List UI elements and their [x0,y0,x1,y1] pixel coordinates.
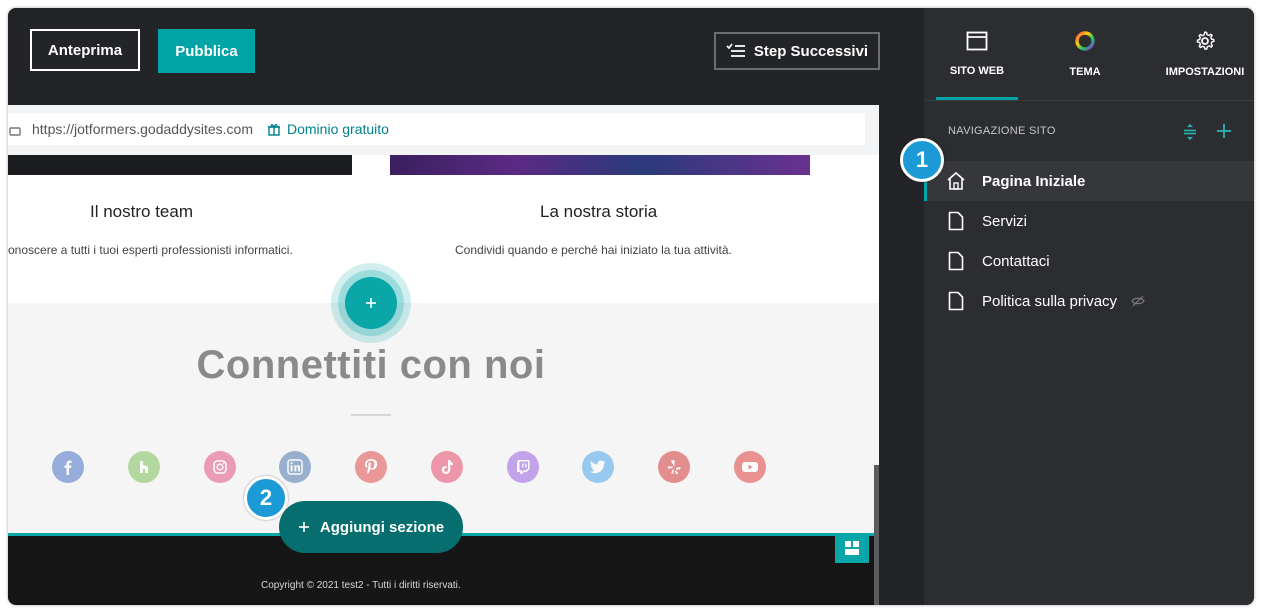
facebook-icon[interactable] [52,451,84,483]
copyright-text: Copyright © 2021 test2 - Tutti i diritti… [261,580,461,591]
twitch-icon[interactable] [507,451,539,483]
url-box: https://jotformers.godaddysites.com Domi… [8,113,865,145]
panel-divider [924,100,1254,101]
next-steps-button[interactable]: Step Successivi [714,32,880,70]
pinterest-icon[interactable] [355,451,387,483]
add-content-button-ring [338,270,404,336]
yelp-icon[interactable] [658,451,690,483]
preview-button[interactable]: Anteprima [30,29,140,71]
plus-icon [298,522,309,532]
page-icon [946,211,966,231]
instagram-icon[interactable] [204,451,236,483]
editor-window: Anteprima Pubblica Step Successivi https… [8,8,1254,605]
tab-site-web[interactable]: SITO WEB [936,8,1018,100]
site-preview: https://jotformers.godaddysites.com Domi… [8,105,879,605]
gift-icon [268,124,280,136]
site-url: https://jotformers.godaddysites.com [32,121,253,137]
plus-icon [366,298,376,308]
home-icon [946,171,966,191]
color-wheel-icon [1075,31,1095,51]
team-card-title: Il nostro team [90,202,193,221]
grid-layout-icon [845,541,859,555]
team-image [8,155,352,175]
free-domain-link[interactable]: Dominio gratuito [287,121,389,137]
reorder-icon[interactable] [1182,123,1198,141]
houzz-icon[interactable] [128,451,160,483]
callout-badge-2: 2 [244,476,288,520]
nav-item-label: Pagina Iniziale [982,172,1086,190]
story-card-description: Condividi quando e perché hai iniziato l… [455,243,732,257]
nav-item-label: Politica sulla privacy [982,292,1118,310]
connect-title: Connettiti con noi [196,343,546,387]
page-icon [946,291,966,311]
tab-theme[interactable]: TEMA [1044,8,1126,100]
add-content-button[interactable] [345,277,397,329]
url-bar: https://jotformers.godaddysites.com Domi… [8,105,879,155]
preview-scrollbar[interactable] [874,465,879,605]
twitter-icon[interactable] [582,451,614,483]
site-panel: SITO WEB TEMA IMPOSTAZIONI NAVIGAZIONE S… [924,8,1254,605]
section-divider [351,414,391,416]
site-navigation-header: NAVIGAZIONE SITO [948,125,1056,137]
add-page-icon[interactable] [1216,123,1232,139]
youtube-icon[interactable] [734,451,766,483]
callout-badge-1: 1 [900,138,944,182]
add-content-button-halo [331,263,411,343]
tiktok-icon[interactable] [431,451,463,483]
add-section-label: Aggiungi sezione [319,518,445,536]
tab-settings[interactable]: IMPOSTAZIONI [1160,8,1250,100]
tab-theme-label: TEMA [1069,66,1101,78]
nav-item-label: Contattaci [982,252,1050,270]
next-steps-label: Step Successivi [753,42,869,60]
tab-site-web-label: SITO WEB [949,65,1005,77]
tab-settings-label: IMPOSTAZIONI [1165,66,1245,78]
nav-item-home[interactable]: Pagina Iniziale [924,161,1254,201]
nav-item-privacy-policy[interactable]: Politica sulla privacy [924,281,1254,321]
checklist-icon [726,43,745,57]
page-icon [946,251,966,271]
story-card-title: La nostra storia [540,202,658,221]
linkedin-icon[interactable] [279,451,311,483]
browser-window-icon [966,31,988,51]
top-toolbar: Anteprima Pubblica Step Successivi [8,8,924,105]
eye-slash-icon [1131,295,1145,307]
layout-grid-button[interactable] [835,533,869,563]
story-image [390,155,810,175]
nav-item-label: Servizi [982,212,1028,230]
add-section-button[interactable]: Aggiungi sezione [279,501,463,553]
publish-button[interactable]: Pubblica [158,29,255,73]
lock-icon [9,127,21,136]
team-card-description: onoscere a tutti i tuoi esperti professi… [8,243,293,257]
connect-section: Connettiti con noi [8,303,879,533]
nav-item-services[interactable]: Servizi [924,201,1254,241]
gear-icon [1196,31,1215,50]
nav-item-contact[interactable]: Contattaci [924,241,1254,281]
